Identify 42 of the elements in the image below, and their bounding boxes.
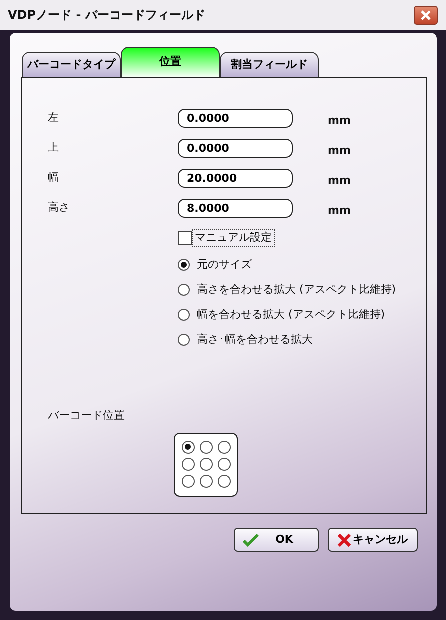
- radio-button[interactable]: [178, 284, 190, 296]
- section-label: バーコード位置: [48, 408, 126, 424]
- radio-button[interactable]: [182, 475, 194, 488]
- radio-button[interactable]: [200, 440, 212, 454]
- tab[interactable]: バーコードタイプ: [22, 52, 121, 77]
- input-field[interactable]: 0.0000: [178, 138, 293, 158]
- unit-label: mm: [328, 172, 351, 189]
- radio-label[interactable]: 元のサイズ: [197, 256, 252, 274]
- tab[interactable]: 位置: [121, 47, 220, 77]
- unit-label: mm: [328, 112, 351, 129]
- ok-button[interactable]: OK: [234, 528, 319, 552]
- radio-button[interactable]: [178, 309, 190, 321]
- field-label: 上: [48, 140, 60, 156]
- cancel-button[interactable]: キャンセル: [328, 528, 418, 552]
- radio-button[interactable]: [178, 259, 190, 271]
- radio-button[interactable]: [218, 475, 230, 488]
- input-field[interactable]: 20.0000: [178, 168, 293, 188]
- unit-label: mm: [328, 142, 351, 159]
- checkbox-label[interactable]: マニュアル設定: [192, 228, 275, 248]
- radio-label[interactable]: 高さ･幅を合わせる拡大: [197, 332, 313, 348]
- radio-button[interactable]: [178, 334, 190, 346]
- field-label: 幅: [48, 170, 60, 186]
- radio-button[interactable]: [218, 440, 230, 454]
- input-field[interactable]: 8.0000: [178, 198, 293, 218]
- radio-button[interactable]: [200, 458, 212, 471]
- close-icon: [420, 10, 432, 20]
- radio-button[interactable]: [182, 440, 194, 454]
- unit-label: mm: [328, 202, 351, 219]
- close-button[interactable]: [414, 6, 438, 24]
- radio-label[interactable]: 幅を合わせる拡大 (アスペクト比維持): [197, 306, 386, 324]
- radio-button[interactable]: [182, 458, 194, 471]
- field-label: 左: [48, 110, 60, 126]
- input-field[interactable]: 0.0000: [178, 108, 293, 128]
- radio-button[interactable]: [218, 458, 230, 471]
- radio-label[interactable]: 高さを合わせる拡大 (アスペクト比維持): [197, 282, 396, 298]
- window-title: VDPノード - バーコードフィールド: [8, 7, 206, 24]
- check-icon: [243, 533, 259, 547]
- tab[interactable]: 割当フィールド: [220, 52, 319, 77]
- checkbox[interactable]: [178, 231, 192, 245]
- field-label: 高さ: [48, 200, 71, 216]
- radio-button[interactable]: [200, 475, 212, 488]
- cross-icon: [337, 532, 352, 548]
